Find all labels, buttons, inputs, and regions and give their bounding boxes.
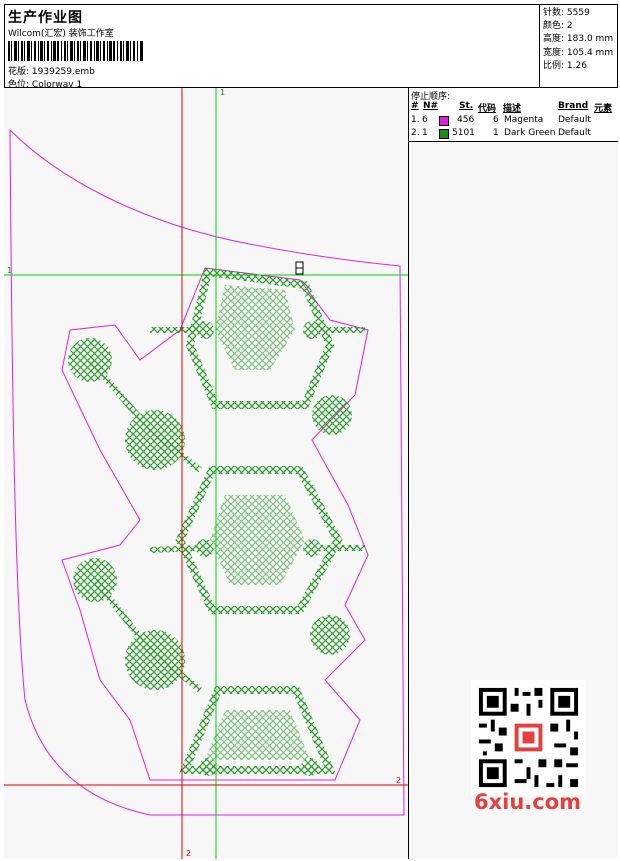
col-number: N#	[423, 101, 439, 111]
stat-width: 宽度: 105.4 mm	[543, 47, 614, 58]
guide-label-h1: 1	[7, 266, 12, 275]
color-swatch-magenta	[439, 116, 449, 126]
color-swatch-dark-green	[439, 129, 449, 139]
studio-name: Wilcom(汇宏) 装饰工作室	[8, 29, 114, 39]
header-panel: 生产作业图 Wilcom(汇宏) 装饰工作室 花版: 1939259.emb 色…	[4, 4, 540, 90]
embroidery-design: 1 1 2 2	[4, 88, 408, 859]
col-order: #	[411, 101, 419, 111]
barcode	[8, 41, 143, 61]
stat-height: 高度: 183.0 mm	[543, 34, 614, 45]
table-row: 2. 1 5101 1 Dark Green Default	[411, 128, 591, 139]
stat-colors: 颜色: 2	[543, 21, 573, 32]
pattern-label: 花版:	[8, 67, 30, 77]
guide-label-h2: 2	[396, 776, 401, 785]
page-title: 生产作业图	[8, 10, 83, 26]
col-element: 元素	[594, 104, 613, 114]
guide-label-v2: 2	[186, 849, 191, 858]
col-code: 代码	[478, 104, 497, 114]
stats-panel: 针数: 5559 颜色: 2 高度: 183.0 mm 宽度: 105.4 mm…	[540, 4, 618, 88]
col-description: 描述	[503, 104, 522, 114]
design-preview: 1 1 2 2	[4, 88, 409, 859]
pattern-file: 花版: 1939259.emb	[8, 64, 95, 77]
qr-code	[471, 680, 586, 795]
stat-scale: 比例: 1.26	[543, 60, 587, 71]
table-row: 1. 6 456 6 Magenta Default	[411, 115, 591, 126]
col-stitches: St.	[459, 101, 474, 111]
stop-sequence-table: 停止顺序: # N# St. 代码 描述 Brand 元素 1. 6 456 6…	[409, 88, 618, 142]
col-brand: Brand	[558, 101, 589, 111]
pattern-value: 1939259.emb	[31, 67, 95, 77]
stat-stitches: 针数: 5559	[543, 8, 590, 18]
watermark-text: 6xiu.com	[474, 790, 582, 814]
guide-label-v1: 1	[220, 88, 225, 97]
